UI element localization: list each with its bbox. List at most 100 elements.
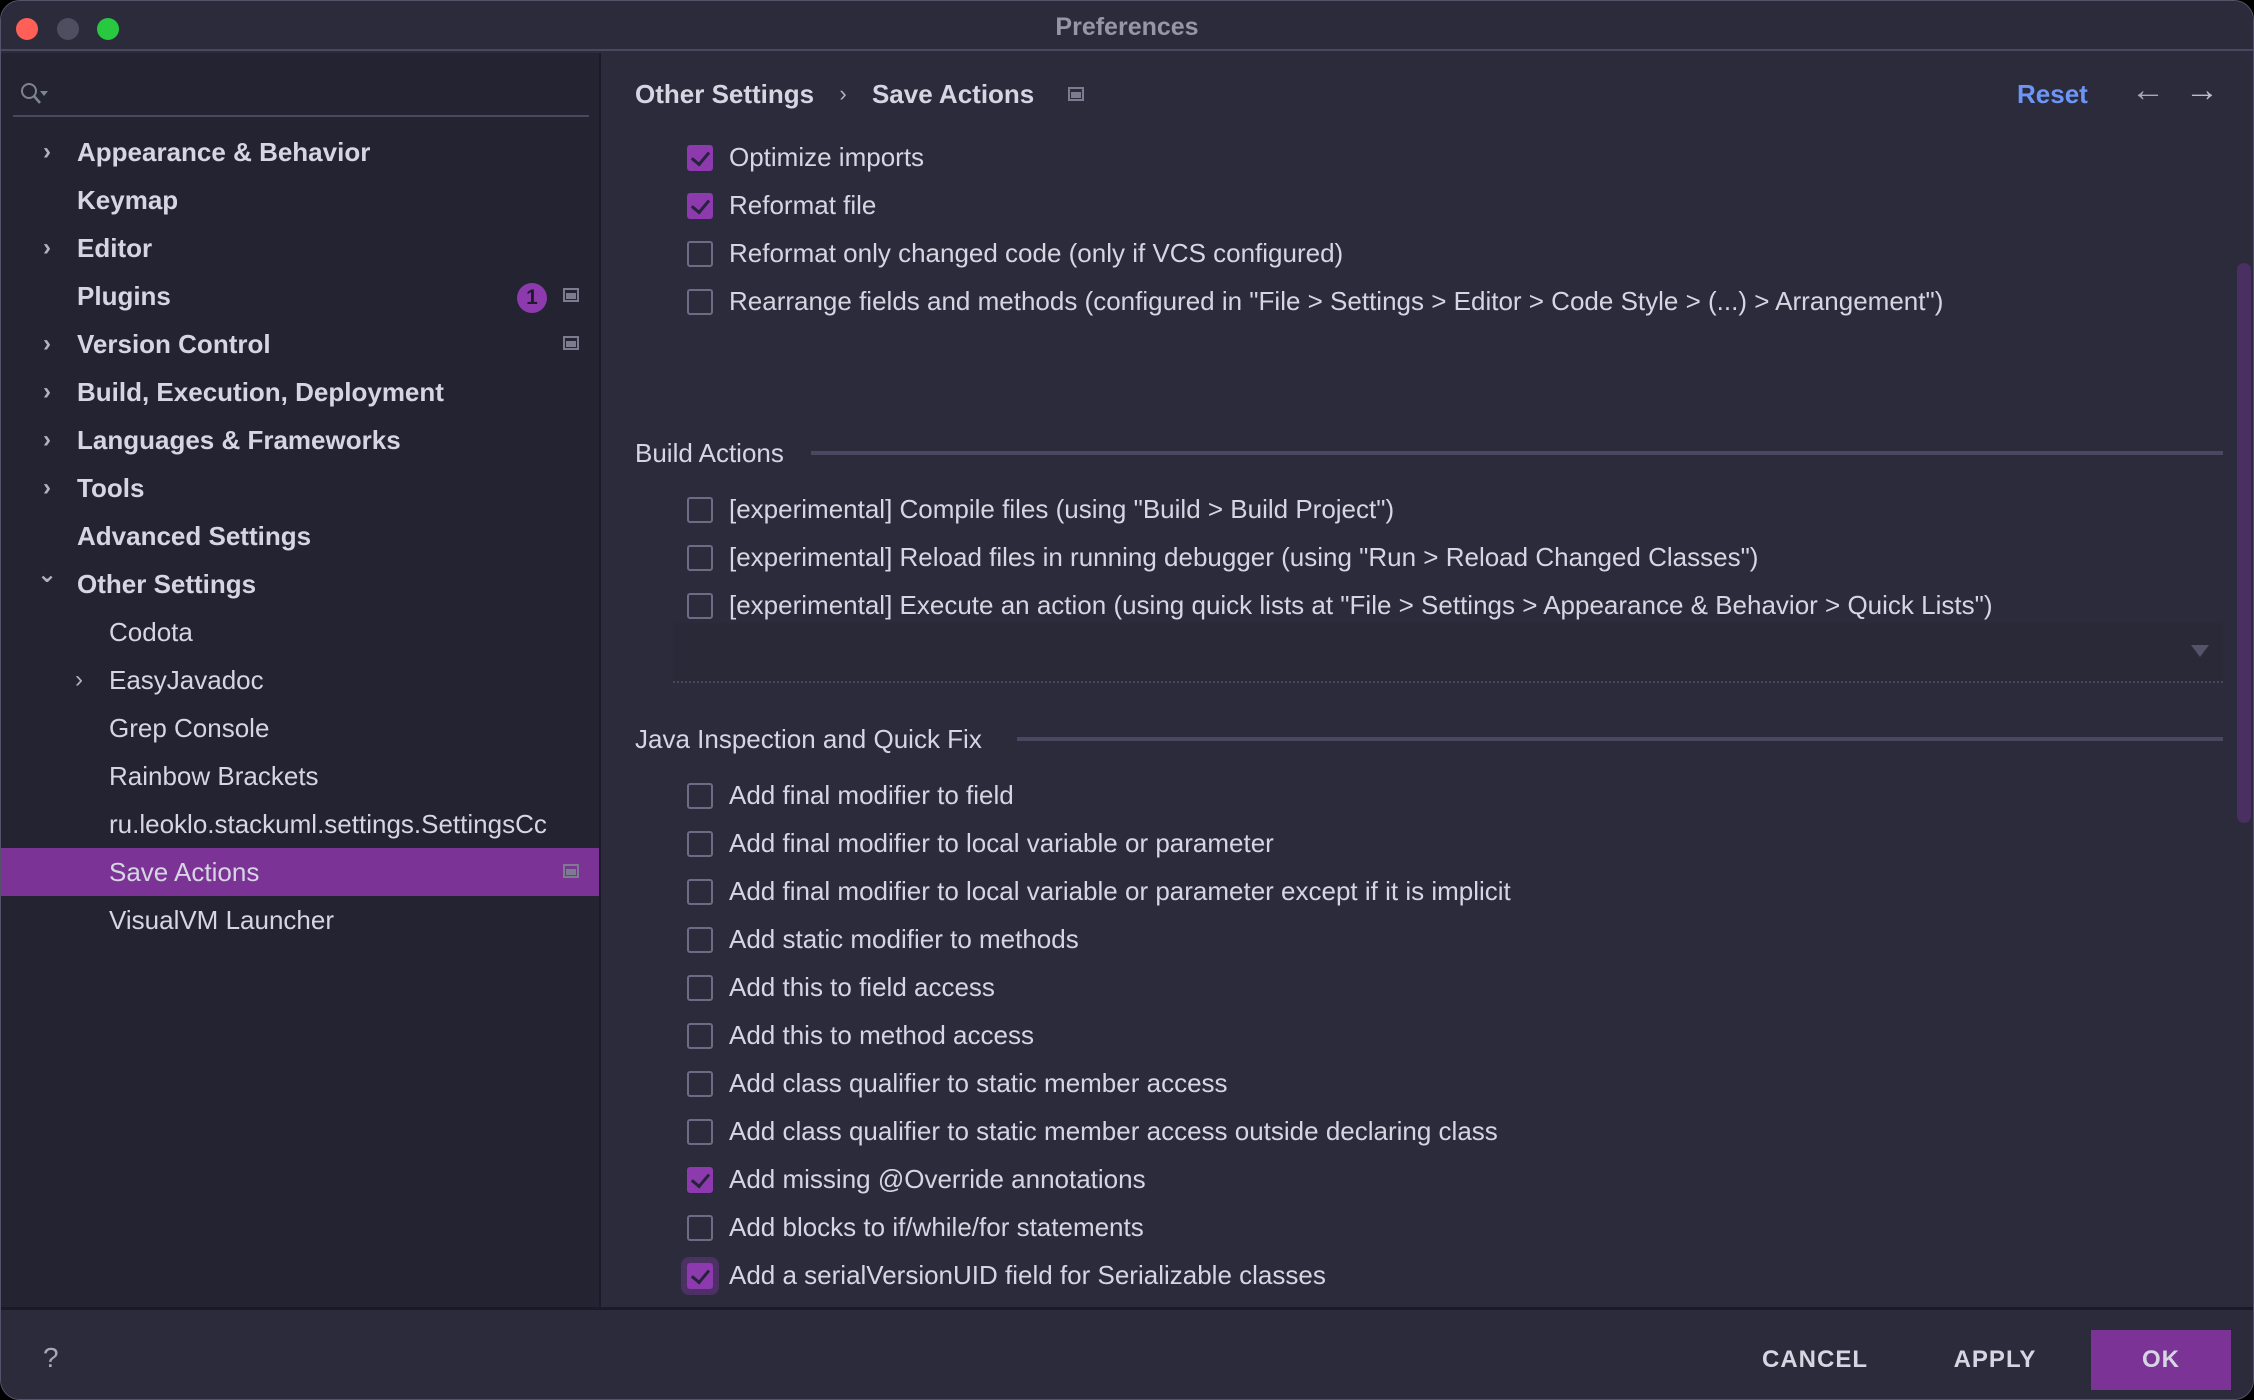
option-label: [experimental] Compile files (using "Bui… [729,494,1395,524]
option-label: Reformat file [729,190,877,220]
sidebar-item-build-execution-deployment[interactable]: › Build, Execution, Deployment [1,368,599,416]
sidebar-item-label: Tools [77,473,145,503]
sidebar-item-visualvm-launcher[interactable]: VisualVM Launcher [1,896,599,944]
settings-tree: › Appearance & Behavior Keymap › Editor Plugi… [1,128,599,944]
checkbox-unchecked[interactable] [687,545,713,571]
settings-panel: Other Settings › Save Actions Reset ← → … [603,53,2253,1307]
section-divider [1017,737,2223,741]
sidebar-item-label: Plugins [77,281,171,311]
breadcrumb-item-save-actions: Save Actions [871,78,1035,109]
checkbox-unchecked[interactable] [687,783,713,809]
chevron-right-icon[interactable]: › [37,464,57,512]
vertical-scrollbar[interactable] [2237,263,2251,823]
checkbox-unchecked[interactable] [687,593,713,619]
apply-button[interactable]: APPLY [1945,1330,2045,1390]
checkbox-checked[interactable] [687,145,713,171]
project-level-icon [1067,87,1084,102]
checkbox-unchecked[interactable] [687,879,713,905]
sidebar-item-ru-leoklo-stackuml-settings-settingscc[interactable]: ru.leoklo.stackuml.settings.SettingsCc [1,800,599,848]
checkbox-unchecked[interactable] [687,1023,713,1049]
sidebar-item-other-settings[interactable]: ⌄ Other Settings [1,560,599,608]
notification-badge: 1 [517,283,547,313]
sidebar-item-label: Save Actions [109,857,260,887]
breadcrumb: Other Settings › Save Actions [635,77,1084,117]
sidebar-item-appearance-behavior[interactable]: › Appearance & Behavior [1,128,599,176]
preferences-window: Preferences › Appearance & Behavior Keymap… [0,0,2254,1400]
forward-arrow-icon[interactable]: → [2185,71,2219,110]
checkbox-unchecked[interactable] [687,1071,713,1097]
sidebar-item-rainbow-brackets[interactable]: Rainbow Brackets [1,752,599,800]
checkbox-unchecked[interactable] [687,1215,713,1241]
option-label: [experimental] Execute an action (using … [729,590,1993,620]
checkbox-checked[interactable] [687,1167,713,1193]
option-label: Add this to field access [729,972,995,1002]
sidebar-item-editor[interactable]: › Editor [1,224,599,272]
settings-search[interactable] [13,67,589,117]
option-label: Reformat only changed code (only if VCS … [729,238,1344,268]
chevron-down-icon[interactable]: ⌄ [37,560,57,608]
chevron-right-icon[interactable]: › [69,656,89,704]
chevron-right-icon[interactable]: › [37,128,57,176]
sidebar-item-languages-frameworks[interactable]: › Languages & Frameworks [1,416,599,464]
dropdown-arrow-icon[interactable] [2191,645,2209,657]
checkbox-unchecked[interactable] [687,927,713,953]
checkbox-checked[interactable] [687,1263,713,1289]
chevron-right-icon[interactable]: › [37,320,57,368]
checkbox-unchecked[interactable] [687,1119,713,1145]
chevron-right-icon[interactable]: › [37,224,57,272]
sidebar-item-easyjavadoc[interactable]: › EasyJavadoc [1,656,599,704]
checkbox-checked[interactable] [687,193,713,219]
project-level-icon [563,864,579,878]
checkbox-unchecked[interactable] [687,241,713,267]
sidebar-item-plugins[interactable]: Plugins 1 [1,272,599,320]
reset-link[interactable]: Reset [2017,79,2088,110]
search-input[interactable] [57,73,577,111]
ok-button[interactable]: OK [2091,1330,2231,1390]
checkbox-unchecked[interactable] [687,289,713,315]
project-level-icon [563,288,579,302]
option-label: Add missing @Override annotations [729,1164,1146,1194]
sidebar-item-label: ru.leoklo.stackuml.settings.SettingsCc [109,809,547,839]
window-title: Preferences [1055,13,1199,41]
option-label: Rearrange fields and methods (configured… [729,286,1944,316]
dialog-footer: ? CANCEL APPLY OK [1,1307,2253,1399]
search-icon[interactable] [19,81,49,107]
section-divider [811,451,2223,455]
sidebar-item-grep-console[interactable]: Grep Console [1,704,599,752]
sidebar-item-version-control[interactable]: › Version Control [1,320,599,368]
sidebar-item-label: Codota [109,617,193,647]
sidebar-item-label: Other Settings [77,569,257,599]
sidebar-item-label: EasyJavadoc [109,665,264,695]
checkbox-unchecked[interactable] [687,497,713,523]
checkbox-unchecked[interactable] [687,975,713,1001]
back-arrow-icon[interactable]: ← [2131,71,2165,110]
sidebar-item-label: Grep Console [109,713,270,743]
option-label: Add final modifier to field [729,780,1014,810]
cancel-button[interactable]: CANCEL [1747,1330,1883,1390]
sidebar-item-advanced-settings[interactable]: Advanced Settings [1,512,599,560]
sidebar-item-label: Advanced Settings [77,521,312,551]
sidebar-item-label: Appearance & Behavior [77,137,371,167]
sidebar-item-label: Build, Execution, Deployment [77,377,444,407]
sidebar-item-label: VisualVM Launcher [109,905,334,935]
chevron-right-icon[interactable]: › [37,416,57,464]
settings-content: Build Actions Java Inspection and Quick … [603,133,2233,1303]
sidebar-item-label: Rainbow Brackets [109,761,319,791]
sidebar-item-keymap[interactable]: Keymap [1,176,599,224]
option-label: Add final modifier to local variable or … [729,876,1511,906]
option-label: Optimize imports [729,142,925,172]
sidebar-item-label: Keymap [77,185,179,215]
sidebar-item-tools[interactable]: › Tools [1,464,599,512]
option-label: Add class qualifier to static member acc… [729,1068,1228,1098]
section-title-build-actions: Build Actions [635,438,784,468]
breadcrumb-item-other-settings[interactable]: Other Settings [635,79,814,110]
option-label: Add blocks to if/while/for statements [729,1212,1144,1242]
chevron-right-icon[interactable]: › [37,368,57,416]
sidebar-item-codota[interactable]: Codota [1,608,599,656]
option-label: Add static modifier to methods [729,924,1079,954]
quick-list-dropdown[interactable] [673,623,2223,683]
sidebar-item-save-actions[interactable]: Save Actions [1,848,599,896]
checkbox-unchecked[interactable] [687,831,713,857]
help-button[interactable]: ? [43,1342,59,1374]
sidebar-item-label: Languages & Frameworks [77,425,401,455]
